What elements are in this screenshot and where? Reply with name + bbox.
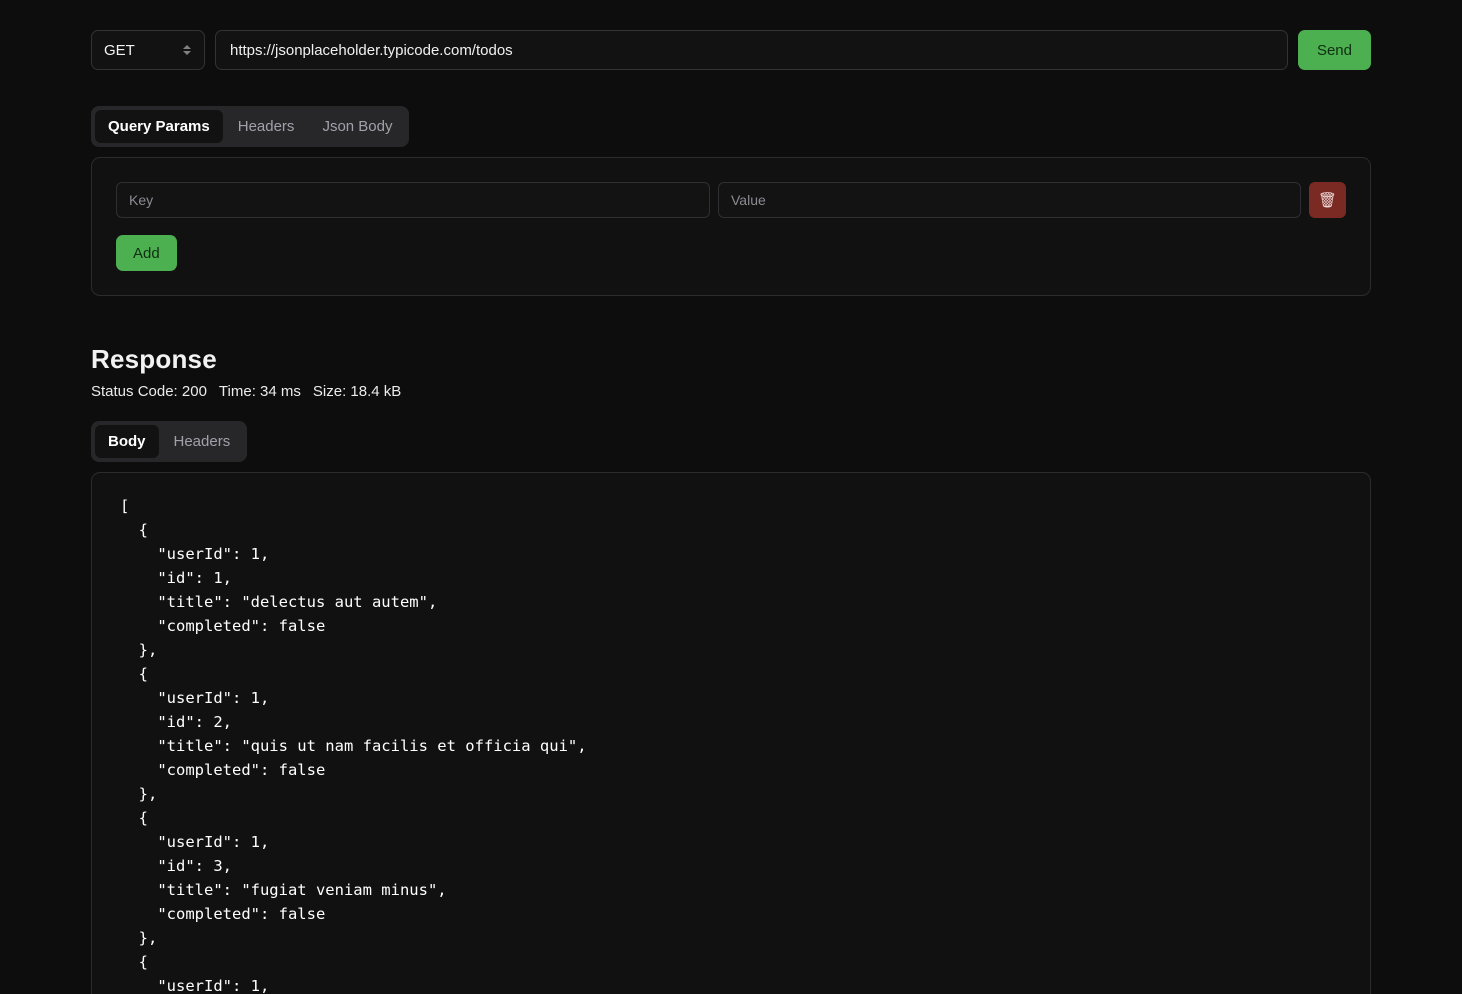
tab-query-params[interactable]: Query Params <box>95 110 223 143</box>
trash-icon: 🗑 <box>1317 191 1338 209</box>
response-time-text: Time: 34 ms <box>218 383 301 400</box>
send-button[interactable]: Send <box>1297 30 1371 70</box>
response-body-panel[interactable]: [ { "userId": 1, "id": 1, "title": "dele… <box>91 472 1371 994</box>
delete-param-button[interactable]: 🗑 <box>1309 182 1346 218</box>
param-key-input[interactable] <box>116 182 710 218</box>
response-meta: Status Code: 200 Time: 34 ms Size: 18.4 … <box>91 383 1371 400</box>
param-value-input[interactable] <box>718 182 1301 218</box>
query-param-row: 🗑 <box>116 182 1346 218</box>
url-input[interactable] <box>215 30 1288 70</box>
response-heading: Response <box>91 344 217 374</box>
status-code-text: Status Code: 200 <box>91 383 207 400</box>
query-params-panel: 🗑 Add <box>91 157 1371 296</box>
request-tabs: Query Params Headers Json Body <box>91 106 410 147</box>
request-bar: GET Send <box>91 30 1371 70</box>
http-method-value: GET <box>104 41 135 59</box>
tab-json-body[interactable]: Json Body <box>309 110 405 143</box>
chevron-updown-icon <box>182 42 192 58</box>
response-tabs: Body Headers <box>91 421 248 462</box>
add-param-button[interactable]: Add <box>116 235 177 271</box>
tab-response-headers[interactable]: Headers <box>161 425 244 458</box>
tab-headers[interactable]: Headers <box>225 110 308 143</box>
http-method-select[interactable]: GET <box>91 30 205 70</box>
response-body-code: [ { "userId": 1, "id": 1, "title": "dele… <box>120 497 587 994</box>
request-client-page: GET Send Query Params Headers Json Body … <box>0 0 1462 994</box>
response-size-text: Size: 18.4 kB <box>312 383 402 400</box>
tab-response-body[interactable]: Body <box>95 425 159 458</box>
